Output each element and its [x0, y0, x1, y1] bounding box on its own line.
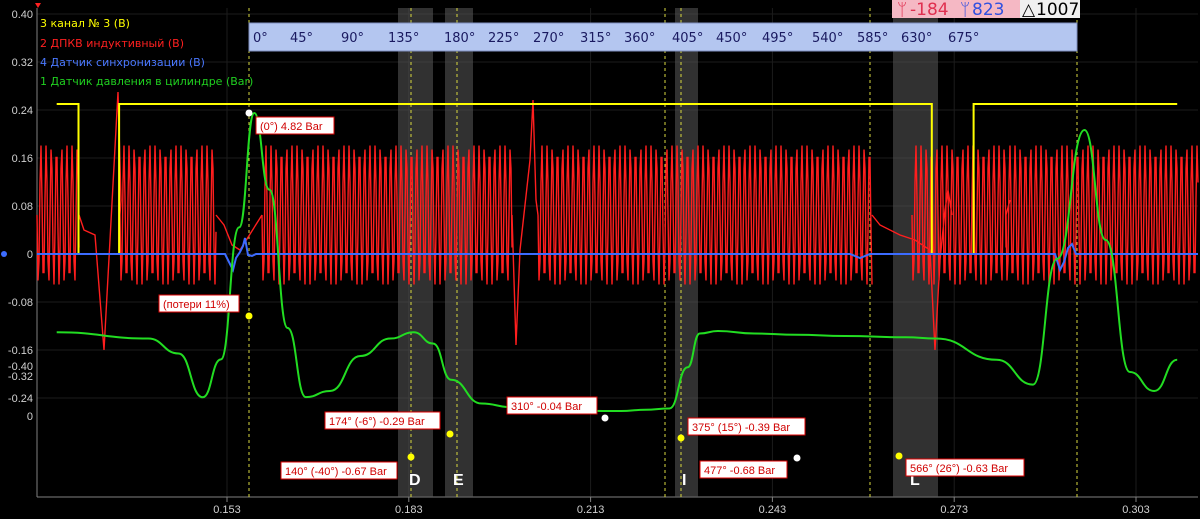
y-tick-label: 0.40 — [12, 9, 33, 21]
y-tick-label: 0.24 — [12, 105, 33, 117]
readout-b: 823 — [972, 0, 1004, 20]
annotation-label: (0°) 4.82 Bar — [260, 121, 323, 133]
degree-label: 405° — [672, 31, 703, 46]
x-tick-label: 0.273 — [940, 504, 968, 516]
y-tick-label: -0.24 — [8, 393, 33, 405]
degree-label: 675° — [948, 31, 979, 46]
degree-label: 45° — [290, 31, 313, 46]
degree-label: 270° — [533, 31, 564, 46]
annotation-point — [793, 454, 801, 462]
channel-offset-marker — [1, 251, 7, 257]
annotation-label: 174° (-6°) -0.29 Bar — [329, 416, 425, 428]
annotation-point — [407, 453, 415, 461]
degree-label: 360° — [624, 31, 655, 46]
degree-scale: 0° 45° 90° 135° 180° 225° 270° 315° 360° 405° 450°… — [248, 22, 1078, 52]
degree-label: 180° — [444, 31, 475, 46]
y-tick-label: -0.16 — [8, 345, 33, 357]
annotation-point — [895, 452, 903, 460]
y-tick-label: 0.16 — [12, 153, 33, 165]
cursor-a-icon: ᛘ — [897, 0, 907, 20]
legend-entry-ch1: 1 Датчик давления в цилиндре (Bar) — [40, 75, 253, 88]
y-tick-label: 0.32 — [12, 57, 33, 69]
degree-label: 630° — [901, 31, 932, 46]
x-tick-label: 0.243 — [759, 504, 787, 516]
cursor-b-icon: ᛘ — [960, 0, 970, 20]
legend-entry-ch4: 4 Датчик синхронизации (В) — [40, 56, 205, 69]
oscilloscope-chart: 0.40 0.32 0.24 0.16 0.08 0 -0.08 -0.16 -0.24 0 -0.… — [0, 0, 1200, 519]
y-tick-label: -0.08 — [8, 297, 33, 309]
y-tick-label-pressure: 0 — [27, 411, 33, 423]
annotation-label: 375° (15°) -0.39 Bar — [692, 422, 790, 434]
readout-delta: 1007 — [1036, 0, 1079, 20]
x-tick-label: 0.303 — [1122, 504, 1150, 516]
annotation-point — [245, 312, 253, 320]
annotation-label: 140° (-40°) -0.67 Bar — [285, 466, 387, 478]
y-tick-label: 0.08 — [12, 201, 33, 213]
degree-label: 225° — [488, 31, 519, 46]
x-tick-label: 0.183 — [395, 504, 423, 516]
annotation-label: 566° (26°) -0.63 Bar — [910, 463, 1008, 475]
degree-label: 315° — [580, 31, 611, 46]
x-tick-label: 0.153 — [213, 504, 241, 516]
zone-label-d: D — [409, 472, 421, 489]
annotation-point — [601, 414, 609, 422]
delta-icon: △ — [1022, 0, 1036, 20]
cursor-readout: ᛘ -184 ᛘ 823 △ 1007 — [892, 0, 1080, 20]
legend-entry-ch2: 2 ДПКВ индуктивный (В) — [40, 37, 184, 50]
degree-label: 585° — [857, 31, 888, 46]
readout-a: -184 — [910, 0, 949, 20]
degree-label: 0° — [253, 31, 268, 46]
x-tick-label: 0.213 — [577, 504, 605, 516]
y-tick-label-pressure: -0.40 — [8, 361, 33, 373]
degree-label: 450° — [716, 31, 747, 46]
zone-label-i: I — [682, 472, 686, 489]
legend-entry-ch3: 3 канал № 3 (В) — [40, 17, 130, 30]
annotation-point — [446, 430, 454, 438]
annotation-label: 477° -0.68 Bar — [704, 465, 775, 477]
annotation-label: 310° -0.04 Bar — [511, 401, 582, 413]
annotation-point — [677, 434, 685, 442]
degree-label: 90° — [341, 31, 364, 46]
y-tick-label: 0 — [27, 249, 33, 261]
degree-label: 495° — [762, 31, 793, 46]
annotation-point — [245, 109, 253, 117]
degree-label: 135° — [388, 31, 419, 46]
annotation-label: (потери 11%) — [163, 299, 230, 311]
zone-label-e: E — [453, 472, 464, 489]
degree-label: 540° — [812, 31, 843, 46]
